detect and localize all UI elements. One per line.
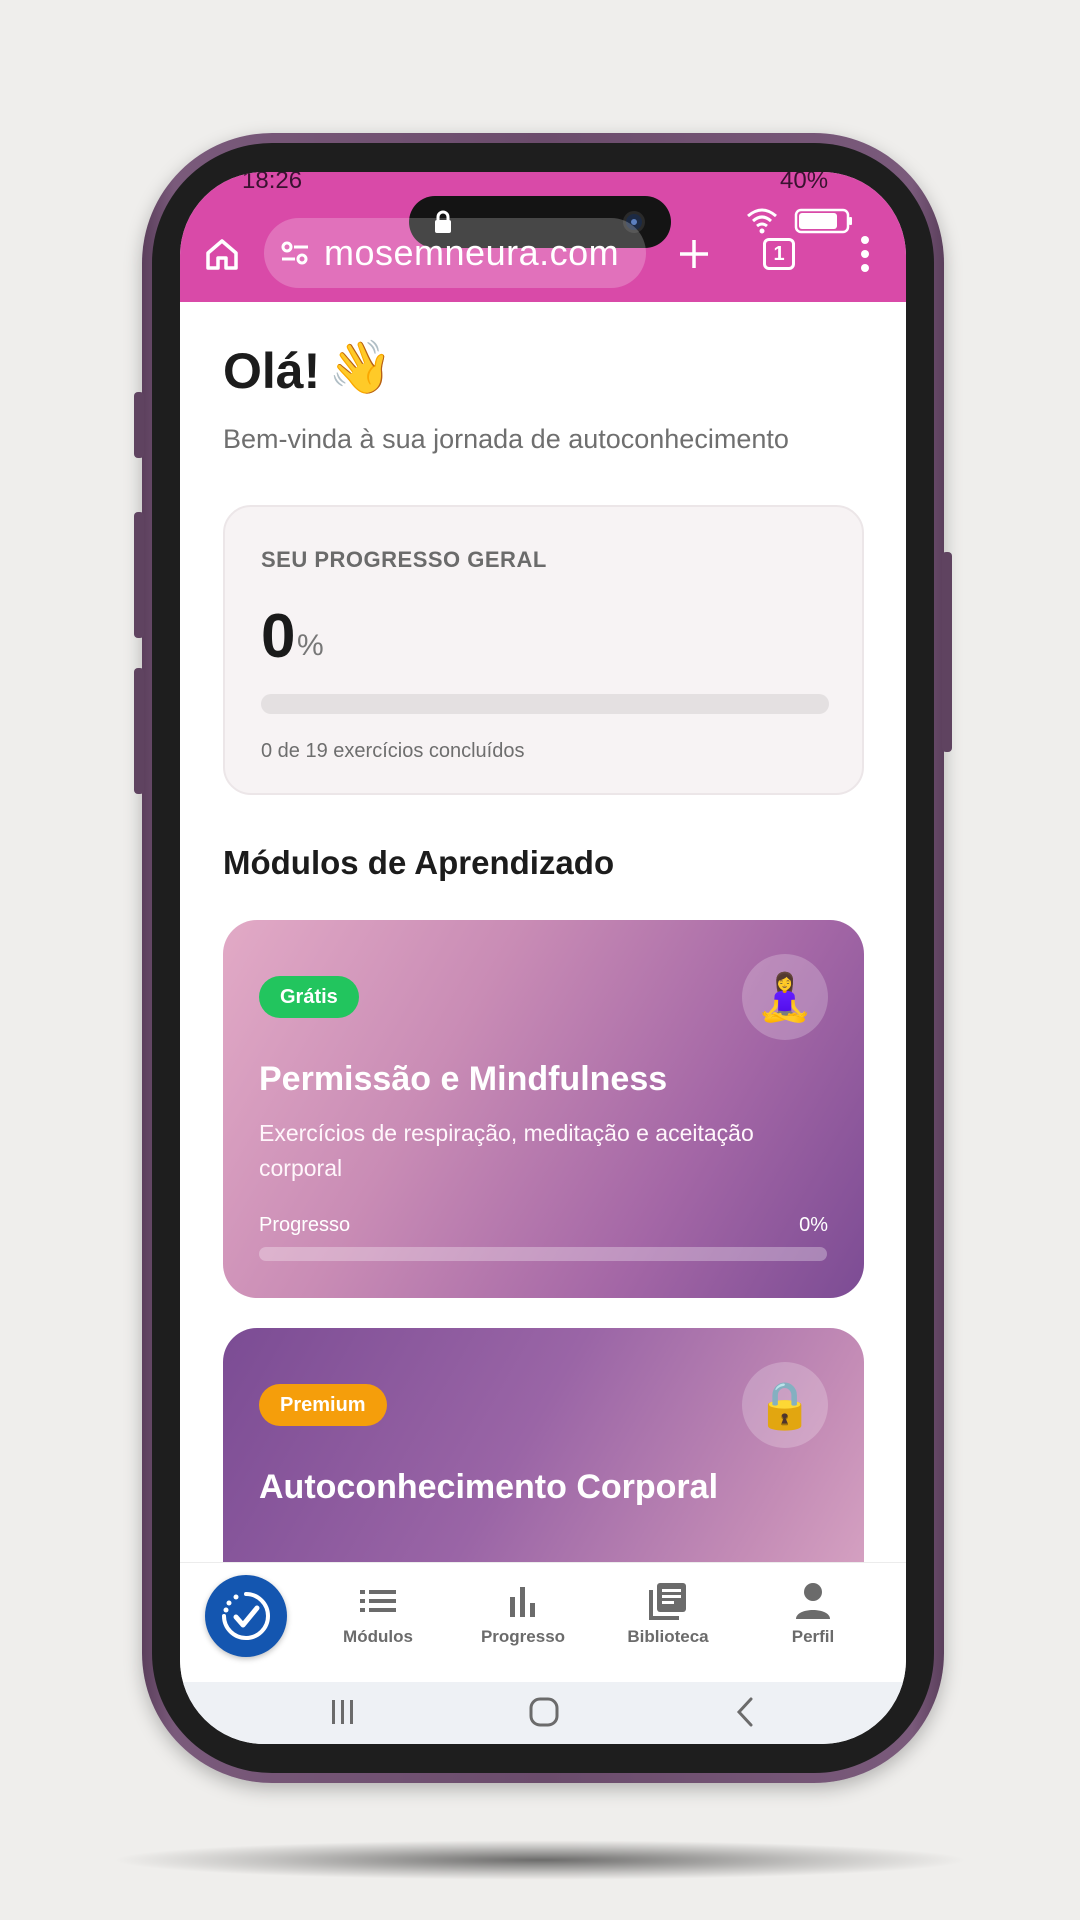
modules-section-title: Módulos de Aprendizado	[223, 844, 615, 881]
nav-label: Perfil	[791, 1627, 835, 1646]
overall-progress-label: SEU PROGRESSO GERAL	[261, 547, 547, 572]
nav-label: Biblioteca	[627, 1627, 709, 1646]
bar-chart-icon	[510, 1587, 535, 1617]
module-progress-bar	[259, 1247, 827, 1261]
overall-progress-card: SEU PROGRESSO GERAL 0 % 0 de 19 exercíci…	[223, 505, 864, 795]
site-settings-icon[interactable]	[280, 240, 310, 266]
library-icon	[649, 1583, 686, 1620]
more-options-icon[interactable]	[858, 234, 872, 274]
person-icon	[796, 1583, 830, 1619]
list-icon	[360, 1590, 396, 1612]
waving-hand-icon: 👋	[328, 339, 393, 397]
system-navigation-bar	[180, 1682, 906, 1744]
back-icon[interactable]	[733, 1696, 757, 1728]
lock-icon: 🔒	[742, 1362, 828, 1448]
phone-volume-down-button	[134, 668, 144, 794]
new-tab-icon[interactable]	[676, 236, 712, 272]
clock-check-icon	[222, 1592, 270, 1640]
home-system-icon[interactable]	[528, 1696, 560, 1728]
wifi-icon	[747, 208, 777, 234]
phone-shadow	[110, 1840, 970, 1880]
phone-power-button	[942, 552, 952, 752]
meditation-icon: 🧘‍♀️	[742, 954, 828, 1040]
status-battery: 40%	[780, 172, 829, 194]
phone-side-button	[134, 392, 144, 458]
module-progress-label: Progresso	[259, 1214, 351, 1236]
bottom-navigation: Módulos Progresso Biblioteca Perfil	[180, 1562, 906, 1682]
nav-label: Módulos	[343, 1627, 413, 1646]
address-bar[interactable]: mosemneura.com	[264, 218, 646, 288]
module-description: Exercícios de respiração, meditação e ac…	[259, 1120, 754, 1181]
phone-screen: 18:26 40% mosemneura.com 1 Olá! 👋 Bem-vi…	[180, 172, 906, 1744]
url-text: mosemneura.com	[324, 232, 620, 273]
overall-progress-bar	[261, 694, 829, 714]
overall-progress-caption: 0 de 19 exercícios concluídos	[261, 740, 525, 762]
page-content: Olá! 👋 Bem-vinda à sua jornada de autoco…	[180, 302, 906, 1562]
overall-progress-value: 0	[261, 602, 296, 671]
module-progress-value: 0%	[799, 1214, 828, 1236]
premium-badge: Premium	[259, 1384, 387, 1426]
browser-toolbar: 18:26 40% mosemneura.com 1	[180, 172, 906, 302]
battery-icon	[794, 208, 852, 234]
nav-label: Progresso	[480, 1627, 566, 1646]
home-icon[interactable]	[204, 236, 240, 272]
module-card-mindfulness[interactable]: Grátis 🧘‍♀️ Permissão e Mindfulness Exer…	[223, 920, 864, 1298]
free-badge: Grátis	[259, 976, 359, 1018]
module-title: Permissão e Mindfulness	[259, 1060, 668, 1098]
overall-progress-unit: %	[297, 629, 324, 662]
status-time: 18:26	[242, 172, 303, 194]
nav-perfil[interactable]: Perfil	[748, 1581, 878, 1647]
tab-switcher-button[interactable]: 1	[763, 238, 795, 270]
module-title: Autoconhecimento Corporal	[259, 1468, 719, 1506]
nav-biblioteca[interactable]: Biblioteca	[603, 1581, 733, 1647]
recent-apps-icon[interactable]	[328, 1696, 358, 1726]
home-fab-button[interactable]	[205, 1575, 287, 1657]
module-card-autoconhecimento[interactable]: Premium 🔒 Autoconhecimento Corporal	[223, 1328, 864, 1562]
greeting-subtitle: Bem-vinda à sua jornada de autoconhecime…	[223, 424, 789, 454]
phone-volume-up-button	[134, 512, 144, 638]
nav-progresso[interactable]: Progresso	[458, 1581, 588, 1647]
nav-modulos[interactable]: Módulos	[313, 1581, 443, 1647]
greeting-title: Olá!	[223, 343, 321, 399]
